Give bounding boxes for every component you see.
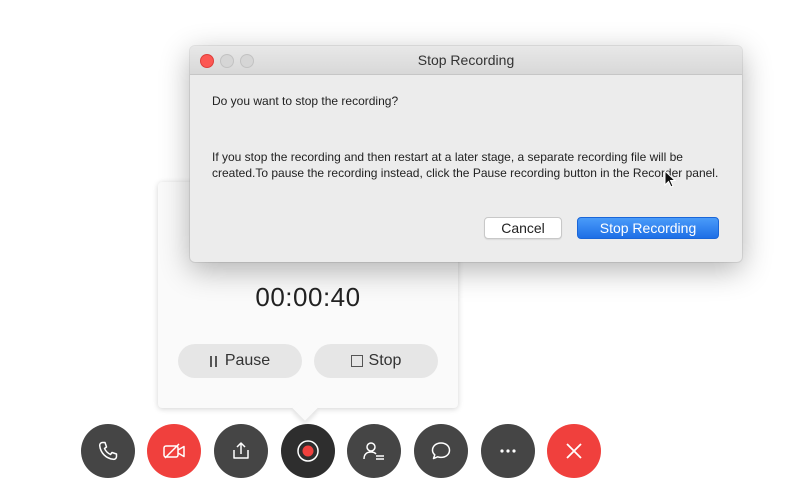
share-button[interactable] [214,424,268,478]
record-button[interactable] [281,424,335,478]
cancel-button[interactable]: Cancel [484,217,562,239]
stop-icon [350,355,363,367]
pause-icon [209,355,217,367]
screen: 00:00:40 Pause Stop Stop Recording Do yo… [0,0,800,492]
end-meeting-button[interactable] [547,424,601,478]
pause-button[interactable]: Pause [178,344,302,378]
stop-button[interactable]: Stop [314,344,438,378]
mouse-cursor-icon [664,170,676,188]
stop-recording-dialog: Stop Recording Do you want to stop the r… [190,46,742,262]
video-off-button[interactable] [147,424,201,478]
panel-pointer [292,395,318,421]
dialog-explanation: If you stop the recording and then resta… [212,150,719,180]
close-icon [566,443,582,459]
stop-label: Stop [368,352,402,369]
phone-button[interactable] [81,424,135,478]
dialog-title: Stop Recording [417,52,515,68]
chat-icon [431,442,451,460]
more-options-button[interactable] [481,424,535,478]
share-icon [233,442,249,459]
chat-button[interactable] [414,424,468,478]
video-off-icon [163,443,185,459]
stop-recording-button[interactable]: Stop Recording [577,217,719,239]
participants-icon [363,442,384,460]
pause-label: Pause [224,352,271,369]
dialog-question: Do you want to stop the recording? [212,94,399,108]
more-icon [500,449,516,453]
dialog-titlebar: Stop Recording [190,46,742,75]
recording-timer: 00:00:40 [255,282,361,312]
participants-button[interactable] [347,424,401,478]
phone-icon [98,441,118,461]
record-icon [297,440,319,462]
